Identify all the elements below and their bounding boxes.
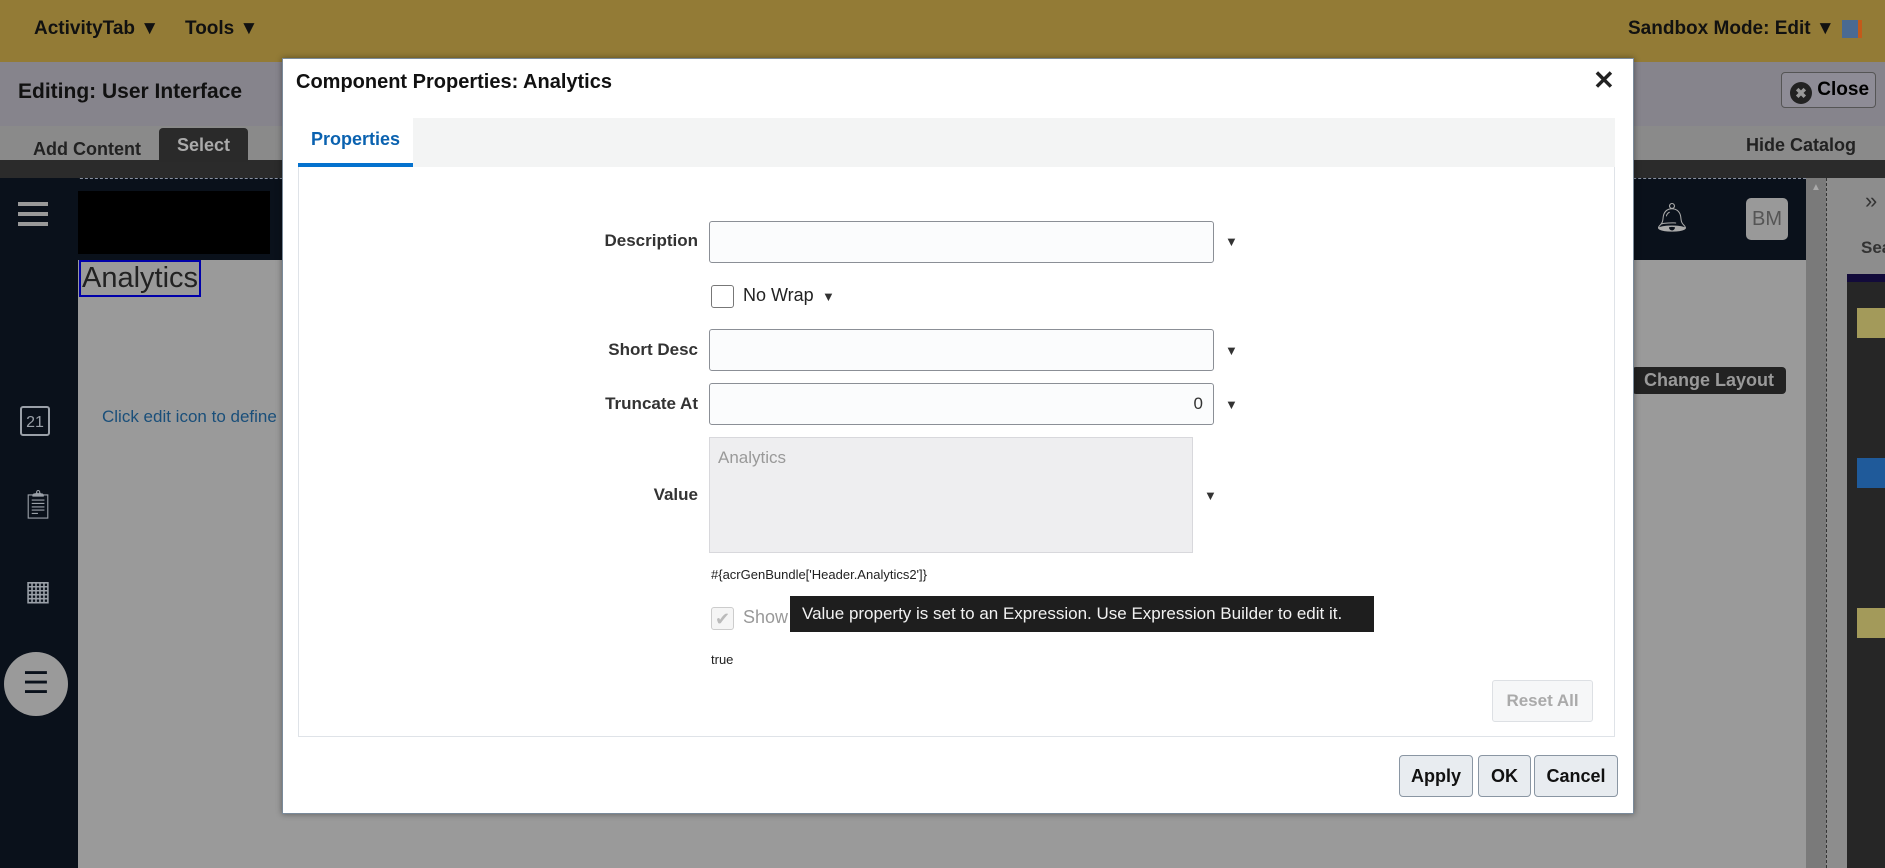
megaphone-icon[interactable] [1842,20,1862,38]
chevron-down-icon: ▼ [239,18,259,39]
value-textarea[interactable]: Analytics [709,437,1193,553]
tools-label: Tools [185,18,235,39]
short-desc-label: Short Desc [608,340,698,359]
change-layout-button[interactable]: Change Layout [1632,367,1786,394]
sidebar: 21 📋︎ ▦ ☰ [0,178,78,868]
description-input[interactable] [709,221,1214,263]
expand-icon[interactable]: » [1865,188,1877,214]
catalog-search-label: Sea [1861,238,1885,257]
catalog-list [1847,274,1885,868]
description-dropdown-icon[interactable]: ▼ [1225,234,1238,249]
close-button[interactable]: ✖ Close [1781,72,1876,108]
truncate-at-label: Truncate At [605,394,698,413]
truncate-at-input[interactable]: 0 [709,383,1214,425]
show-value: true [711,652,734,667]
logo-redacted [76,191,270,254]
tab-add-content[interactable]: Add Content [33,139,141,160]
edit-hint-link[interactable]: Click edit icon to define [102,407,277,427]
value-label: Value [653,485,698,504]
value-expression: #{acrGenBundle['Header.Analytics2']} [711,567,927,582]
show-label: Show [743,607,789,627]
truncate-at-dropdown-icon[interactable]: ▼ [1225,397,1238,412]
no-wrap-dropdown-icon[interactable]: ▼ [822,289,835,304]
cancel-button[interactable]: Cancel [1534,755,1618,797]
value-dropdown-icon[interactable]: ▼ [1204,488,1217,503]
top-bar: ActivityTab ▼ Tools ▼ Sandbox Mode: Edit… [0,0,1885,62]
folder-icon[interactable] [1857,458,1885,488]
short-desc-input[interactable] [709,329,1214,371]
list-icon[interactable]: ☰ [4,652,68,716]
schedule-icon[interactable]: ▦ [18,574,58,614]
tab-properties[interactable]: Properties [298,118,413,167]
bell-icon[interactable]: 🔔︎ [1654,201,1690,234]
folder-icon[interactable] [1857,308,1885,338]
clipboard-icon[interactable]: 📋︎ [18,488,58,528]
calendar-icon[interactable]: 21 [20,406,50,436]
page-heading[interactable]: Analytics [79,260,202,297]
catalog-panel: » Sea [1826,178,1885,868]
no-wrap-label: No Wrap [743,285,814,305]
close-icon[interactable]: ✕ [1593,65,1615,96]
show-checkbox[interactable]: ✔ [711,607,734,630]
hamburger-menu-icon[interactable] [18,202,48,206]
activity-tab-menu[interactable]: ActivityTab ▼ [34,18,159,40]
editing-title: Editing: User Interface [18,80,243,103]
scroll-up-icon[interactable]: ▲ [1806,182,1826,193]
folder-icon[interactable] [1857,608,1885,638]
reset-all-button[interactable]: Reset All [1492,680,1593,722]
hide-catalog-link[interactable]: Hide Catalog [1746,135,1856,156]
calendar-day: 21 [26,414,44,431]
chevron-down-icon: ▼ [140,18,160,39]
apply-button[interactable]: Apply [1399,755,1473,797]
short-desc-dropdown-icon[interactable]: ▼ [1225,343,1238,358]
dialog-title: Component Properties: Analytics [296,71,612,93]
scrollbar[interactable]: ▲ [1806,178,1826,868]
no-wrap-checkbox[interactable] [711,285,734,308]
expression-tooltip: Value property is set to an Expression. … [790,596,1374,632]
activity-tab-label: ActivityTab [34,18,136,39]
description-label: Description [604,231,698,250]
close-label: Close [1817,79,1870,100]
close-circle-icon: ✖ [1790,82,1812,104]
sandbox-mode-label: Sandbox Mode: Edit [1628,18,1811,39]
ok-button[interactable]: OK [1478,755,1531,797]
tab-select[interactable]: Select [159,128,248,162]
chevron-down-icon: ▼ [1815,18,1835,39]
sandbox-mode-menu[interactable]: Sandbox Mode: Edit ▼ [1628,18,1835,40]
tools-menu[interactable]: Tools ▼ [185,18,258,40]
tab-bar: Properties [298,118,1615,167]
component-properties-dialog: Component Properties: Analytics ✕ Proper… [282,58,1634,814]
avatar[interactable]: BM [1746,198,1788,240]
